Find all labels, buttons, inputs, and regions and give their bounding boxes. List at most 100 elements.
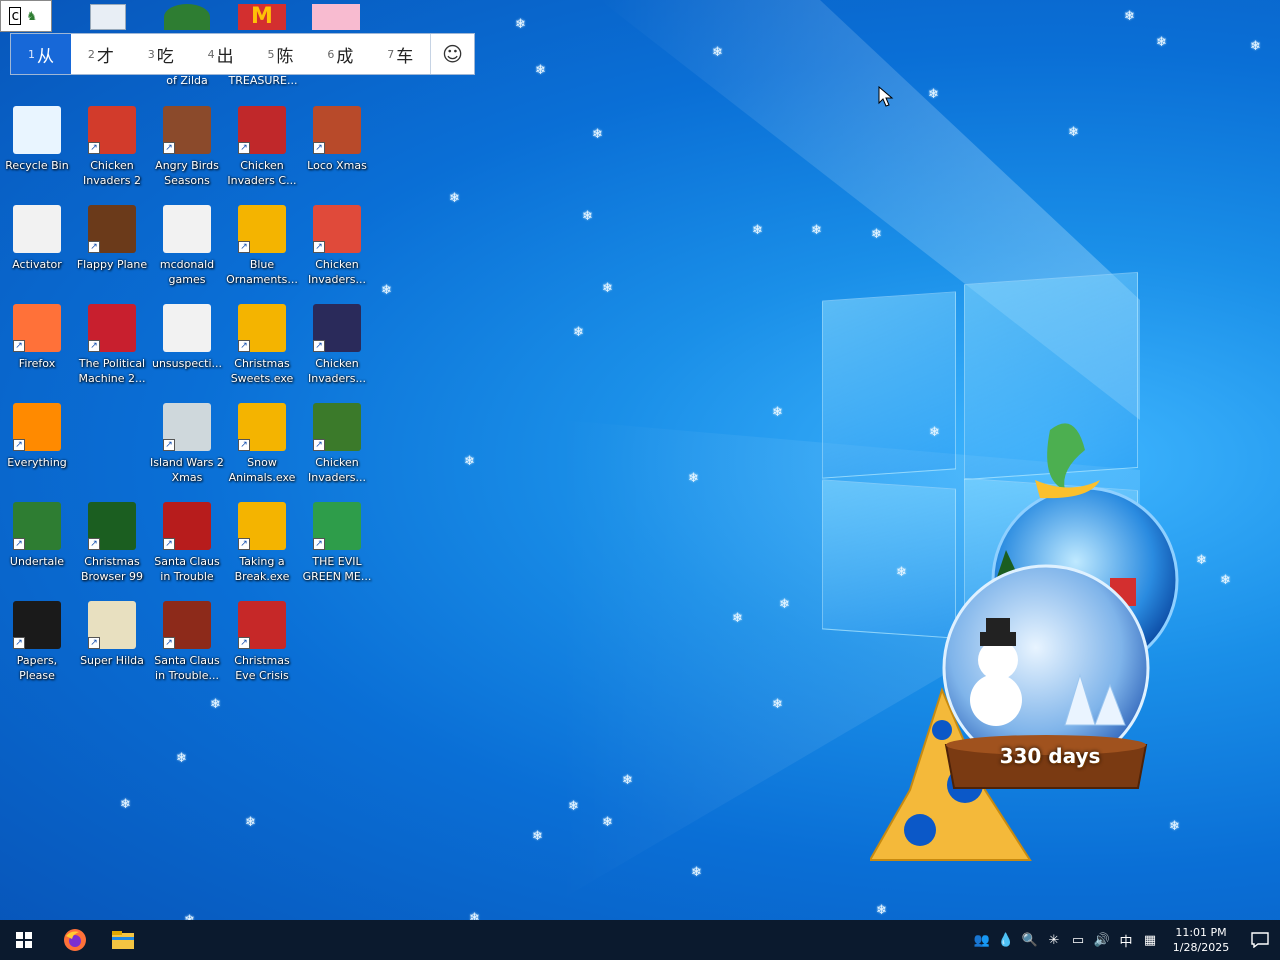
shortcut-arrow-icon: ↗ [313, 142, 325, 154]
shortcut-arrow-icon: ↗ [88, 538, 100, 550]
desktop-icon[interactable]: ↗ Blue Ornaments... [225, 201, 299, 297]
desktop-icon-label: The Political Machine 2... [78, 357, 146, 385]
network-icon[interactable]: ✳ [1042, 920, 1066, 960]
desktop-icon[interactable]: Recycle Bin [0, 102, 74, 198]
desktop-icon[interactable]: ↗ Christmas Eve Crisis [225, 597, 299, 693]
shortcut-arrow-icon: ↗ [88, 142, 100, 154]
snow-globe-gadget[interactable] [870, 400, 1190, 870]
teddy-bear-icon: ↗ [313, 106, 361, 154]
desktop-icon[interactable]: ↗ Santa Claus in Trouble [150, 498, 224, 594]
start-button[interactable] [0, 920, 48, 960]
desktop-icon[interactable]: ↗ Chicken Invaders... [300, 399, 374, 495]
ime-candidate[interactable]: 5陈 [251, 34, 311, 74]
desktop-icon[interactable]: ↗ Christmas Sweets.exe [225, 300, 299, 396]
snowflake: ❄ [1068, 125, 1079, 140]
people-icon[interactable]: 👥 [970, 920, 994, 960]
shortcut-arrow-icon: ↗ [13, 637, 25, 649]
ime-candidate-text: 才 [96, 46, 114, 67]
desktop-icon[interactable]: mcdonald games [150, 201, 224, 297]
shortcut-arrow-icon: ↗ [238, 637, 250, 649]
search-magnifier-icon: ↗ [13, 403, 61, 451]
ime-candidate-number: 5 [267, 47, 275, 61]
desktop-icon[interactable]: ↗ Chicken Invaders 2 [75, 102, 149, 198]
desktop-icon[interactable]: ↗ Undertale [0, 498, 74, 594]
desktop-icon-label: Christmas Eve Crisis [234, 654, 290, 682]
desktop-icon[interactable]: ↗ Angry Birds Seasons [150, 102, 224, 198]
santa-face-icon: ↗ [238, 601, 286, 649]
emoji-button[interactable]: ☺ [430, 34, 474, 74]
ime-candidate-text: 车 [396, 46, 414, 67]
desktop-icon[interactable]: ↗ Super Hilda [75, 597, 149, 693]
ime-candidate[interactable]: 2才 [71, 34, 131, 74]
search-orange-icon[interactable]: 🔍 [1018, 920, 1042, 960]
shortcut-arrow-icon: ↗ [313, 538, 325, 550]
drop-icon[interactable]: 💧 [994, 920, 1018, 960]
ime-candidate[interactable]: 3吃 [131, 34, 191, 74]
clock[interactable]: 11:01 PM 1/28/2025 [1168, 925, 1234, 955]
installer-icon: ↗ [238, 304, 286, 352]
ime-candidate[interactable]: 7车 [370, 34, 430, 74]
desktop-icon[interactable]: unsuspecti... [150, 300, 224, 396]
snowflake: ❄ [772, 405, 783, 420]
shortcut-arrow-icon: ↗ [13, 340, 25, 352]
blank-file-icon [13, 205, 61, 253]
ime-candidate-number: 1 [27, 47, 35, 61]
installer-icon: ↗ [238, 205, 286, 253]
desktop-icon-label: Everything [7, 456, 67, 469]
taskbar-file-explorer-button[interactable] [99, 920, 147, 960]
shortcut-arrow-icon: ↗ [238, 340, 250, 352]
snowflake: ❄ [1220, 573, 1231, 588]
desktop-icon[interactable]: ↗ Chicken Invaders... [300, 201, 374, 297]
snowflake: ❄ [568, 799, 579, 814]
snowflake: ❄ [449, 191, 460, 206]
desktop-icon[interactable]: ↗ Loco Xmas [300, 102, 374, 198]
ime-candidate-text: 陈 [276, 46, 294, 67]
emoji-icon: ☺ [442, 42, 463, 66]
desktop-icon[interactable]: ↗ Papers, Please [0, 597, 74, 693]
santa-icon: ↗ [163, 601, 211, 649]
clock-date: 1/28/2025 [1172, 941, 1230, 954]
desktop-icon[interactable]: ↗ Firefox [0, 300, 74, 396]
shortcut-arrow-icon: ↗ [88, 340, 100, 352]
desktop-icon[interactable]: ↗ Flappy Plane [75, 201, 149, 297]
ime-candidate[interactable]: 4出 [191, 34, 251, 74]
snowflake: ❄ [811, 223, 822, 238]
action-center-button[interactable] [1240, 920, 1280, 960]
desktop-icon[interactable]: ↗ Snow Animals.exe [225, 399, 299, 495]
firefox-icon: ↗ [13, 304, 61, 352]
desktop-icon-label: Recycle Bin [5, 159, 69, 172]
desktop-icon-label: Chicken Invaders C... [227, 159, 297, 187]
desktop-icon[interactable]: ↗ Chicken Invaders... [300, 300, 374, 396]
ime-candidate-text: 出 [216, 46, 234, 67]
snowflake: ❄ [779, 597, 790, 612]
ime-candidate[interactable]: 6成 [310, 34, 370, 74]
desktop-icon-label: THE EVIL GREEN ME... [302, 555, 372, 583]
shortcut-arrow-icon: ↗ [238, 538, 250, 550]
desktop-icon[interactable]: ↗ Chicken Invaders C... [225, 102, 299, 198]
volume-icon[interactable]: 🔊 [1090, 920, 1114, 960]
snowflake: ❄ [535, 63, 546, 78]
shortcut-arrow-icon: ↗ [313, 241, 325, 253]
desktop-icon[interactable]: ↗ Everything [0, 399, 74, 495]
desktop-icon[interactable]: ↗ The Political Machine 2... [75, 300, 149, 396]
taskbar-firefox-button[interactable] [51, 920, 99, 960]
island-wars-icon: ↗ [163, 403, 211, 451]
blank-file-icon [163, 205, 211, 253]
ime-grid-icon[interactable]: ▦ [1138, 920, 1162, 960]
display-icon[interactable]: ▭ [1066, 920, 1090, 960]
ime-mode-indicator[interactable]: 中 [1114, 920, 1138, 960]
desktop-icon[interactable]: ↗ Christmas Browser 99 [75, 498, 149, 594]
desktop-icon[interactable]: ↗ THE EVIL GREEN ME... [300, 498, 374, 594]
shortcut-arrow-icon: ↗ [163, 142, 175, 154]
desktop-icon[interactable]: ↗ Taking a Break.exe [225, 498, 299, 594]
ime-candidate-text: 从 [36, 46, 54, 67]
desktop-icon[interactable]: Activator [0, 201, 74, 297]
desktop-icon-label: unsuspecti... [151, 357, 223, 370]
desktop-icon-label: Papers, Please [16, 654, 58, 682]
desktop-icon-label: Activator [12, 258, 62, 271]
undertale-icon: ↗ [13, 502, 61, 550]
desktop-icon[interactable]: ↗ Island Wars 2 Xmas [150, 399, 224, 495]
ime-candidate[interactable]: 1从 [11, 34, 71, 74]
shortcut-arrow-icon: ↗ [163, 439, 175, 451]
desktop-icon[interactable]: ↗ Santa Claus in Trouble... [150, 597, 224, 693]
